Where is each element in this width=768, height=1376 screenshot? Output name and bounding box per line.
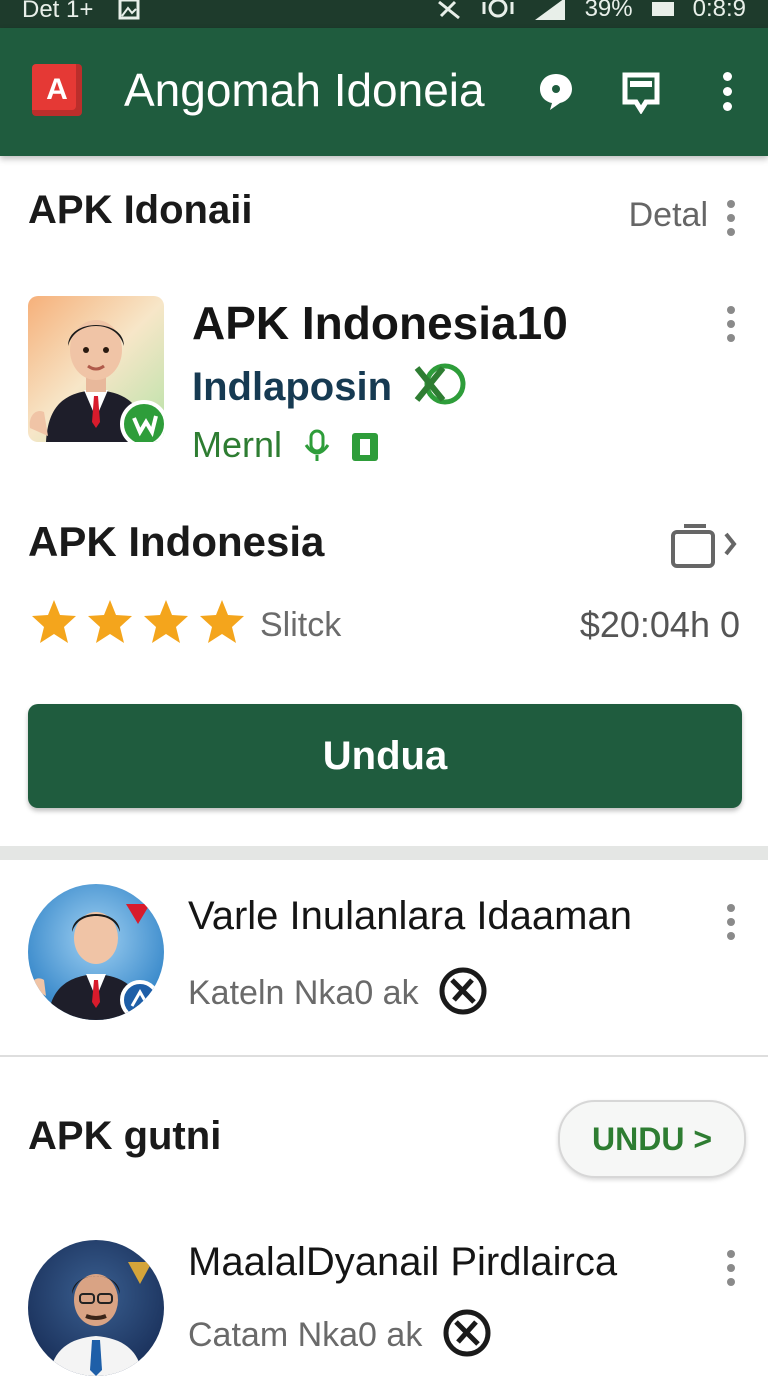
featured-developer: Indlaposin — [192, 362, 467, 410]
undu-button[interactable]: UNDU > — [558, 1100, 746, 1178]
featured-section-title: APK Idonaii — [28, 188, 253, 232]
star-icon — [144, 600, 188, 643]
list-item-thumbnail[interactable] — [28, 884, 164, 1020]
developer-name: Indlaposin — [192, 365, 392, 409]
second-section-title: APK gutni — [28, 1114, 222, 1158]
rating-label: Slitck — [260, 606, 342, 644]
list-item-subtitle: Catam Nka0 ak — [188, 1308, 492, 1358]
rating-stars — [30, 598, 246, 644]
app-logo[interactable]: A — [32, 64, 82, 116]
chat-icon[interactable] — [538, 72, 574, 112]
open-window-icon[interactable] — [670, 522, 740, 568]
mute-icon — [437, 0, 460, 20]
list-item-more-icon[interactable] — [726, 904, 736, 940]
bookmark-icon[interactable] — [622, 72, 660, 114]
detail-link[interactable]: Detal — [629, 196, 708, 235]
category-label: Mernl — [192, 424, 283, 465]
list-item-subtitle: Kateln Nka0 ak — [188, 966, 488, 1016]
verified-badge-icon — [120, 400, 164, 442]
detail-more-icon[interactable] — [726, 200, 736, 236]
list-item-subtitle-text: Catam Nka0 ak — [188, 1316, 423, 1354]
app-title: Angomah Idoneia — [124, 64, 485, 116]
list-divider — [0, 1055, 768, 1057]
price-label: $20:04h 0 — [579, 604, 740, 645]
battery-percent: 39% — [584, 0, 633, 22]
download-button[interactable]: Undua — [28, 704, 742, 808]
featured-subtitle: APK Indonesia — [28, 518, 325, 565]
image-notification-icon — [118, 0, 140, 20]
carrier-label: Det 1+ — [22, 0, 94, 23]
list-item-subtitle-text: Kateln Nka0 ak — [188, 974, 419, 1012]
star-icon — [200, 600, 244, 643]
status-left: Det 1+ — [22, 0, 140, 23]
star-icon — [88, 600, 132, 643]
list-item-thumbnail[interactable] — [28, 1240, 164, 1376]
square-badge-icon — [352, 433, 379, 461]
section-divider — [0, 846, 768, 860]
status-right: 39% 0:8:9 — [435, 0, 746, 22]
more-vert-icon[interactable] — [722, 72, 732, 117]
list-item-more-icon[interactable] — [726, 1250, 736, 1286]
battery-icon — [651, 2, 674, 16]
app-more-icon[interactable] — [726, 306, 736, 342]
blocked-icon — [443, 1309, 491, 1357]
featured-category: Mernl — [192, 424, 380, 466]
blocked-icon — [439, 967, 487, 1015]
app-bar: A Angomah Idoneia — [0, 28, 768, 156]
list-item-title[interactable]: MaalalDyanail Pirdlairca — [188, 1240, 617, 1285]
mic-icon — [304, 429, 330, 461]
signal-icon — [534, 0, 565, 20]
status-bar: Det 1+ 39% 0:8:9 — [0, 0, 768, 28]
clock: 0:8:9 — [692, 0, 746, 22]
vibrate-icon — [482, 0, 514, 18]
star-icon — [32, 600, 76, 643]
badge-icon — [120, 980, 160, 1020]
sports-icon — [414, 363, 466, 405]
person-avatar — [50, 1262, 152, 1376]
featured-app-thumbnail[interactable] — [28, 296, 164, 442]
list-item-title[interactable]: Varle Inulanlara Idaaman — [188, 894, 632, 939]
featured-app-name[interactable]: APK Indonesia10 — [192, 296, 568, 350]
